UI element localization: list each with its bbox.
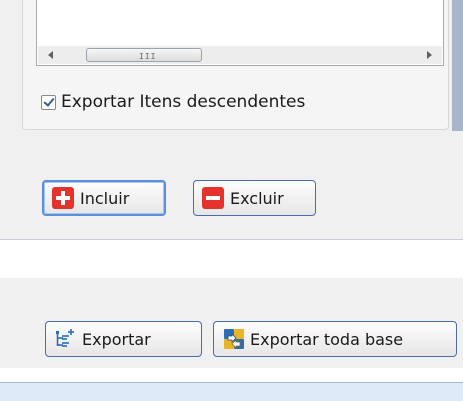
horizontal-scrollbar[interactable]: III [38, 46, 442, 64]
exportar-button[interactable]: Exportar [45, 321, 202, 357]
database-export-icon [224, 329, 244, 349]
options-panel: III Exportar Itens descendentes Incluir … [0, 0, 463, 240]
exportar-toda-base-button[interactable]: Exportar toda base [213, 321, 457, 357]
exportar-label: Exportar [82, 329, 151, 349]
scroll-right-arrow-icon[interactable] [427, 51, 432, 59]
incluir-button[interactable]: Incluir [42, 180, 166, 216]
export-descendants-option[interactable]: Exportar Itens descendentes [41, 92, 305, 112]
scrollbar-thumb[interactable]: III [86, 48, 202, 62]
exportar-toda-base-label: Exportar toda base [250, 329, 404, 349]
tree-add-icon [56, 329, 74, 347]
excluir-button[interactable]: Excluir [193, 180, 316, 216]
panel-edge-strip [452, 0, 463, 131]
items-list[interactable]: III [36, 0, 444, 66]
grip-icon: III [139, 52, 157, 61]
export-descendants-label: Exportar Itens descendentes [61, 92, 306, 112]
plus-icon [52, 187, 74, 209]
scroll-left-arrow-icon[interactable] [48, 51, 53, 59]
incluir-label: Incluir [80, 188, 130, 208]
export-descendants-checkbox[interactable] [41, 94, 56, 110]
minus-icon [202, 187, 224, 209]
excluir-label: Excluir [230, 188, 284, 208]
status-strip [0, 382, 463, 401]
